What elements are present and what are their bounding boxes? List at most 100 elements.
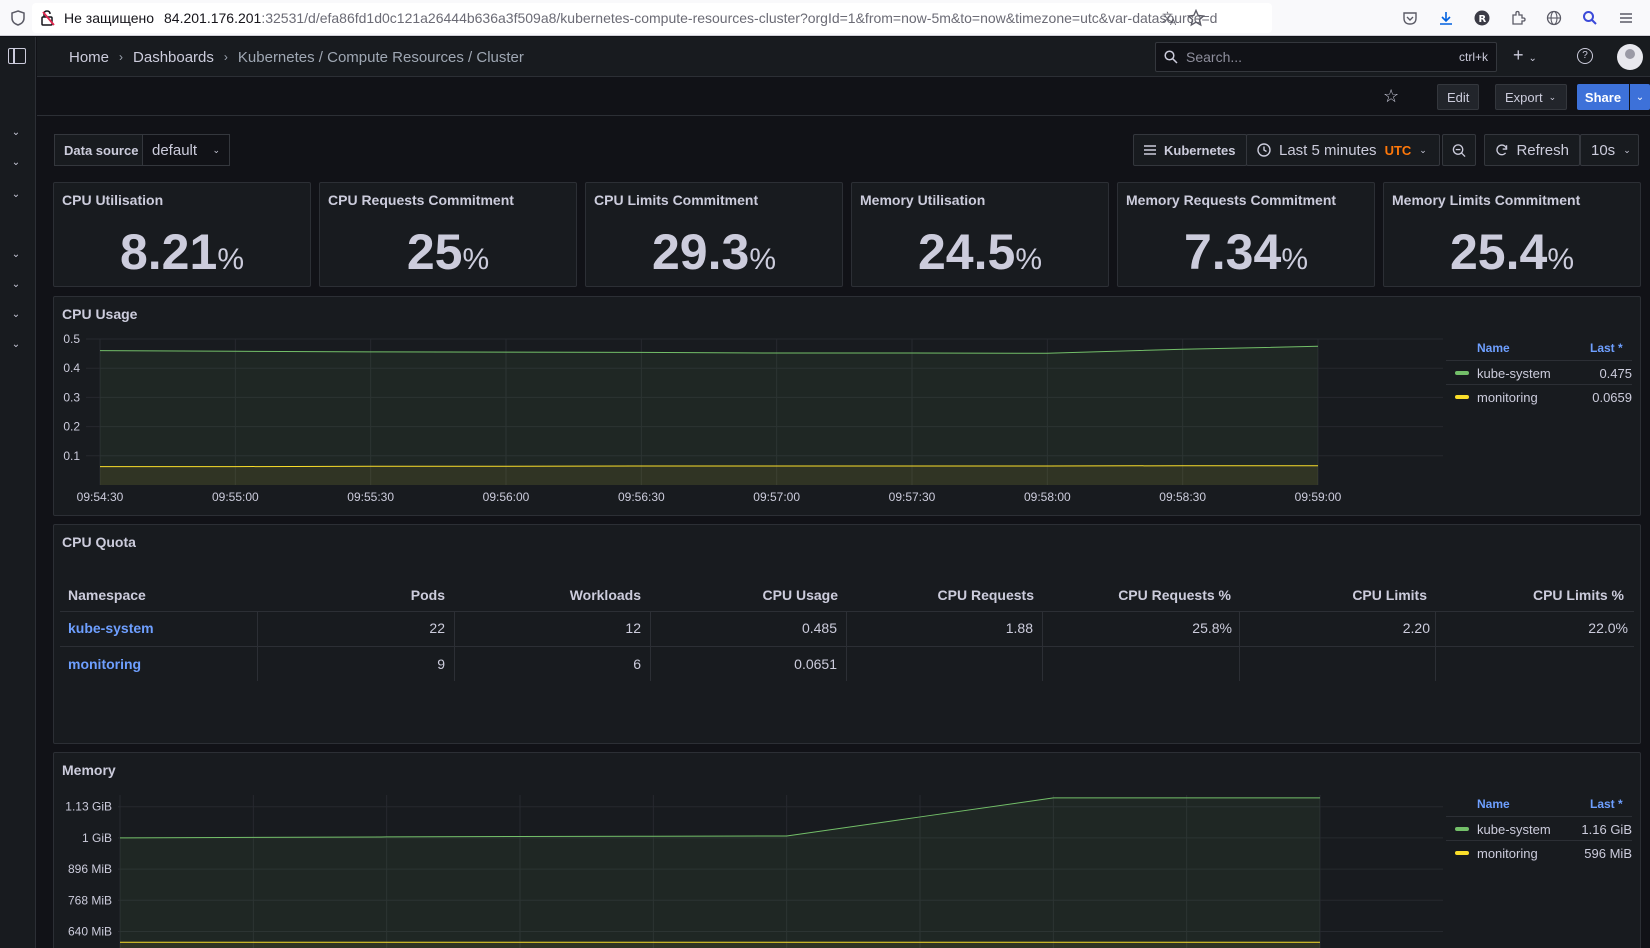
edit-button[interactable]: Edit — [1437, 84, 1480, 110]
download-icon[interactable] — [1436, 8, 1456, 28]
avatar[interactable] — [1617, 44, 1643, 70]
chevron-down-icon[interactable]: ⌄ — [10, 249, 22, 261]
legend-series-name: kube-system — [1477, 365, 1551, 381]
chevron-down-icon[interactable]: ⌄ — [10, 309, 22, 321]
column-header-namespace[interactable]: Namespace — [68, 587, 146, 603]
cpu-usage-panel[interactable]: CPU Usage 0.1 0.2 0.3 0.4 0.5 09:54:30 09:55:0… — [53, 296, 1641, 516]
chevron-down-icon[interactable]: ⌄ — [10, 127, 22, 139]
breadcrumb-home[interactable]: Home — [69, 49, 109, 66]
svg-text:R: R — [1479, 14, 1487, 25]
datasource-select[interactable]: default ⌄ — [142, 134, 230, 166]
series-area-monitoring — [120, 942, 1320, 948]
chevron-down-icon: ⌄ — [1548, 91, 1557, 102]
bookmark-star-icon[interactable] — [1186, 8, 1206, 28]
y-tick-label: 0.1 — [63, 449, 80, 463]
insecure-lock-icon[interactable] — [40, 9, 58, 27]
table-cell: 0.485 — [801, 620, 837, 636]
x-tick-label: 09:58:30 — [1159, 490, 1206, 504]
table-cell: 9 — [437, 656, 445, 672]
column-header-cpu-limits-pct[interactable]: CPU Limits % — [1454, 587, 1624, 603]
dock-menu-icon[interactable] — [8, 48, 26, 64]
search-input[interactable]: Search... ctrl+k — [1155, 42, 1497, 72]
chevron-down-icon[interactable]: ⌄ — [10, 339, 22, 351]
stat-panel[interactable]: CPU Requests Commitment 25% — [319, 182, 577, 287]
column-header-cpu-limits[interactable]: CPU Limits — [1254, 587, 1427, 603]
refresh-interval-select[interactable]: 10s ⌄ — [1580, 134, 1639, 166]
chevron-down-icon[interactable]: ⌄ — [10, 279, 22, 291]
profile-r-icon[interactable]: R — [1472, 8, 1492, 28]
time-picker[interactable]: Last 5 minutes UTC ⌄ — [1246, 134, 1440, 166]
favorite-star-icon[interactable]: ☆ — [1383, 86, 1399, 107]
stat-panel[interactable]: Memory Limits Commitment 25.4% — [1383, 182, 1641, 287]
stat-panel[interactable]: CPU Limits Commitment 29.3% — [585, 182, 843, 287]
cpu-usage-chart[interactable]: 0.1 0.2 0.3 0.4 0.5 09:54:30 09:55:00 09:55:30 0… — [58, 327, 1448, 517]
table-cell: 0.0651 — [794, 656, 837, 672]
kubernetes-links-button[interactable]: Kubernetes — [1133, 134, 1247, 166]
legend-item[interactable]: kube-system — [1455, 362, 1551, 384]
help-icon[interactable]: ? — [1577, 48, 1593, 64]
column-header-workloads[interactable]: Workloads — [454, 587, 641, 603]
x-tick-label: 09:57:30 — [889, 490, 936, 504]
column-header-pods[interactable]: Pods — [254, 587, 445, 603]
export-button[interactable]: Export ⌄ — [1495, 84, 1567, 110]
legend-name-header[interactable]: Name — [1477, 341, 1510, 355]
cpu-quota-panel[interactable]: CPU Quota Namespace Pods Workloads CPU U… — [53, 524, 1641, 744]
column-header-cpu-usage[interactable]: CPU Usage — [654, 587, 838, 603]
search-placeholder: Search... — [1186, 49, 1243, 65]
globe-icon[interactable] — [1544, 8, 1564, 28]
timezone-badge: UTC — [1384, 142, 1412, 158]
sidebar: ⌄ ⌄ ⌄ ⌄ ⌄ ⌄ ⌄ — [0, 37, 36, 948]
table-cell: 22 — [429, 620, 445, 636]
column-header-cpu-requests-pct[interactable]: CPU Requests % — [1054, 587, 1231, 603]
panel-title: CPU Limits Commitment — [594, 192, 759, 208]
x-tick-label: 09:57:00 — [753, 490, 800, 504]
share-dropdown-icon[interactable]: ⌄ — [1630, 84, 1650, 110]
stat-panel[interactable]: Memory Utilisation 24.5% — [851, 182, 1109, 287]
search-extension-icon[interactable] — [1580, 8, 1600, 28]
extensions-icon[interactable] — [1508, 8, 1528, 28]
legend-item[interactable]: monitoring — [1455, 842, 1538, 864]
chevron-down-icon[interactable]: ⌄ — [10, 157, 22, 169]
hamburger-menu-icon[interactable] — [1616, 8, 1636, 28]
breadcrumb-dashboards[interactable]: Dashboards — [133, 49, 214, 66]
translate-icon[interactable]: 文A — [1160, 8, 1180, 28]
add-new-button[interactable]: + ⌄ — [1513, 45, 1537, 66]
pocket-icon[interactable] — [1400, 8, 1420, 28]
y-tick-label: 1 GiB — [82, 831, 112, 845]
panel-title: Memory Limits Commitment — [1392, 192, 1581, 208]
chevron-down-icon[interactable]: ⌄ — [10, 189, 22, 201]
table-cell: 25.8% — [1192, 620, 1232, 636]
time-range-label: Last 5 minutes — [1279, 141, 1377, 159]
chevron-down-icon: ⌄ — [1419, 144, 1427, 155]
series-area-monitoring — [100, 465, 1318, 485]
search-icon — [1164, 50, 1178, 64]
memory-panel[interactable]: Memory 640 MiB 768 MiB 896 MiB 1 GiB 1.13 Gi… — [53, 752, 1641, 948]
breadcrumb: Home › Dashboards › Kubernetes / Compute… — [69, 37, 524, 77]
kubernetes-label: Kubernetes — [1164, 142, 1236, 158]
zoom-out-icon — [1452, 143, 1466, 157]
panel-title: CPU Quota — [62, 534, 136, 550]
refresh-button[interactable]: Refresh — [1484, 134, 1580, 166]
legend-last-header[interactable]: Last * — [1590, 797, 1623, 811]
legend-item[interactable]: kube-system — [1455, 818, 1551, 840]
stat-panel[interactable]: CPU Utilisation 8.21% — [53, 182, 311, 287]
zoom-out-button[interactable] — [1442, 134, 1476, 166]
address-bar[interactable]: Не защищено 84.201.176.201:32531/d/efa86… — [32, 3, 1272, 33]
y-tick-label: 768 MiB — [68, 893, 112, 907]
shield-icon[interactable] — [8, 8, 28, 28]
share-button[interactable]: Share — [1577, 84, 1629, 110]
stat-panel[interactable]: Memory Requests Commitment 7.34% — [1117, 182, 1375, 287]
legend-item[interactable]: monitoring — [1455, 386, 1538, 408]
y-tick-label: 0.2 — [63, 420, 80, 434]
memory-chart[interactable]: 640 MiB 768 MiB 896 MiB 1 GiB 1.13 GiB — [58, 783, 1448, 948]
series-area-kube-system — [100, 346, 1318, 485]
x-tick-label: 09:59:00 — [1295, 490, 1342, 504]
legend-last-header[interactable]: Last * — [1590, 341, 1623, 355]
namespace-link[interactable]: kube-system — [68, 620, 154, 636]
legend-name-header[interactable]: Name — [1477, 797, 1510, 811]
column-header-cpu-requests[interactable]: CPU Requests — [854, 587, 1034, 603]
refresh-interval-value: 10s — [1591, 141, 1616, 159]
series-swatch — [1455, 395, 1469, 399]
namespace-link[interactable]: monitoring — [68, 656, 141, 672]
stat-value: 25% — [406, 224, 490, 280]
